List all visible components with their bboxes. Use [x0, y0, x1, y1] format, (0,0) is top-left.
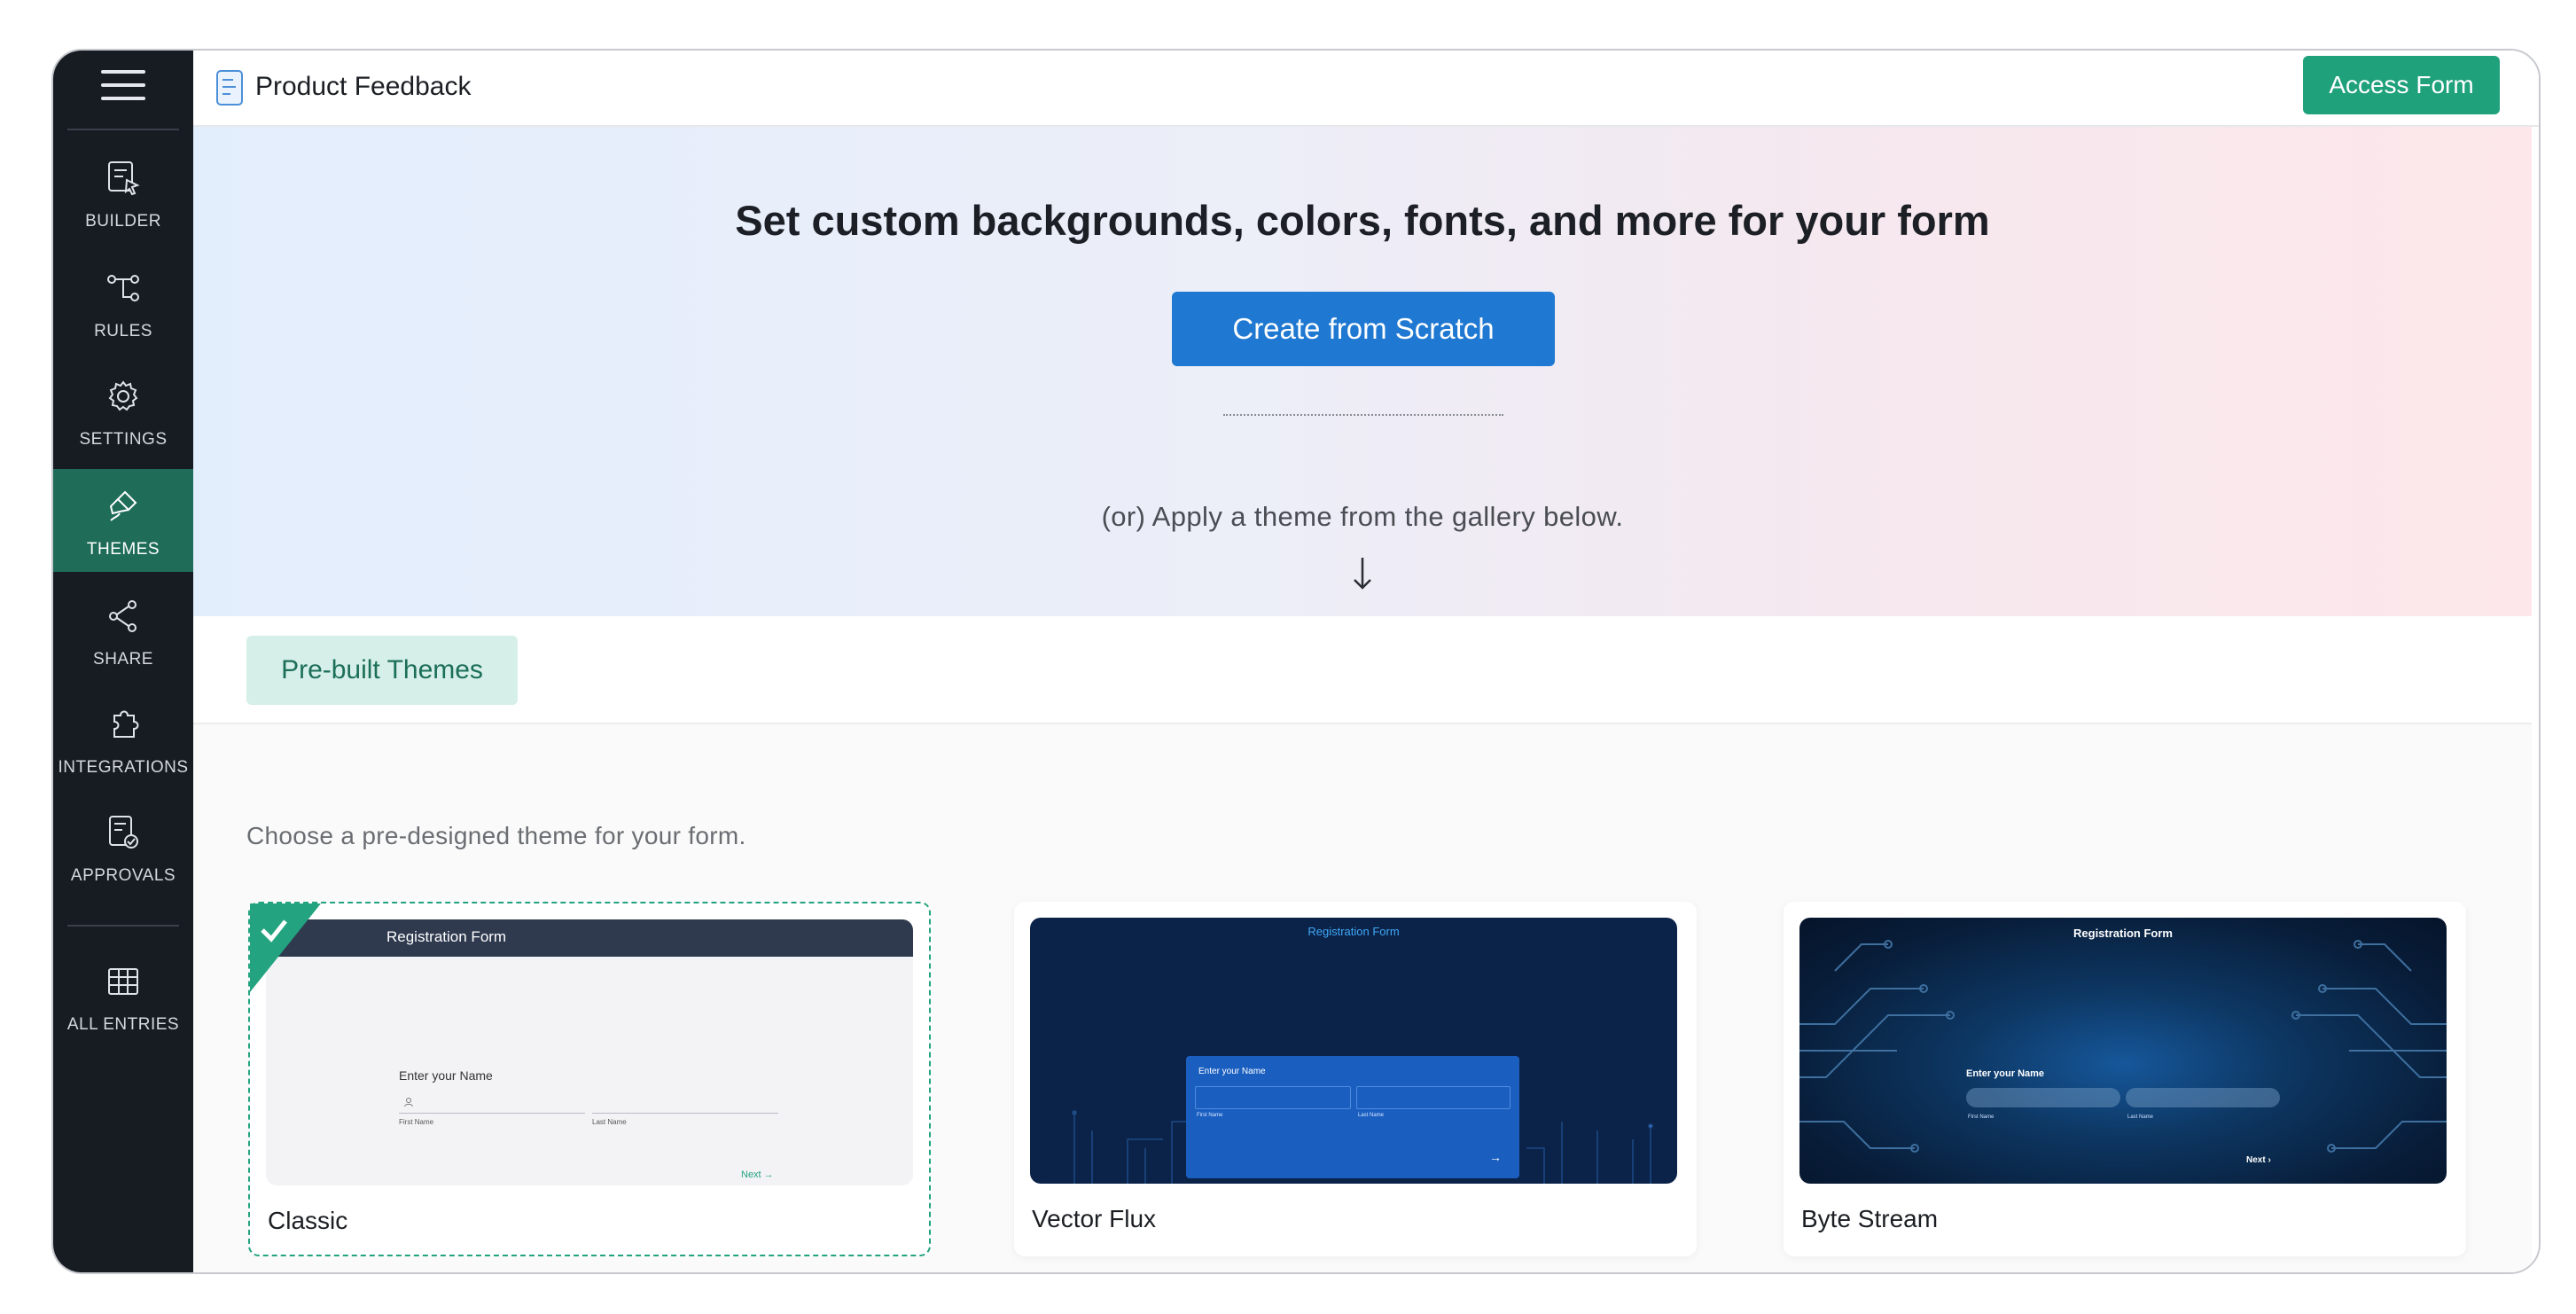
access-form-button[interactable]: Access Form: [2303, 56, 2500, 114]
preview-form-title: Registration Form: [1308, 925, 1400, 938]
gallery-description: Choose a pre-designed theme for your for…: [246, 822, 746, 849]
theme-gallery: Choose a pre-designed theme for your for…: [193, 724, 2532, 1272]
preview-question: Enter your Name: [399, 1068, 493, 1083]
theme-preview-vector-flux: Registration Form Enter your Name First …: [1030, 918, 1677, 1184]
preview-last-name: Last Name: [2127, 1115, 2154, 1120]
preview-first-name: First Name: [399, 1118, 434, 1126]
sidebar-item-label: APPROVALS: [70, 866, 176, 885]
theme-tab-strip: Pre-built Themes: [193, 616, 2532, 724]
sidebar: BUILDER RULES SETTINGS THEMES SHARE INTE…: [53, 51, 193, 1272]
page-title: Product Feedback: [255, 72, 472, 101]
create-from-scratch-button[interactable]: Create from Scratch: [1172, 292, 1555, 366]
theme-name: Vector Flux: [1032, 1205, 1157, 1232]
gear-icon: [108, 380, 138, 411]
preview-question: Enter your Name: [1198, 1067, 1266, 1076]
theme-preview-byte-stream: Registration Form Enter your Name First …: [1799, 918, 2447, 1184]
sidebar-item-themes[interactable]: THEMES: [53, 469, 193, 572]
theme-card-byte-stream[interactable]: Registration Form Enter your Name First …: [1784, 902, 2466, 1256]
rules-icon: [107, 275, 139, 301]
arrow-down-icon: [1354, 558, 1371, 590]
preview-question: Enter your Name: [1966, 1068, 2045, 1079]
sidebar-divider: [67, 925, 179, 927]
preview-form-title: Registration Form: [386, 928, 507, 945]
preview-last-name: Last Name: [1358, 1113, 1385, 1118]
hamburger-menu-icon[interactable]: [101, 70, 145, 109]
preview-first-name: First Name: [1968, 1115, 1994, 1120]
circuit-pattern: [1799, 940, 2447, 1153]
share-icon: [109, 600, 137, 632]
sidebar-item-label: THEMES: [86, 540, 160, 559]
app-window: BUILDER RULES SETTINGS THEMES SHARE INTE…: [51, 49, 2541, 1274]
sidebar-item-integrations[interactable]: INTEGRATIONS: [53, 687, 193, 790]
hero-subtitle: (or) Apply a theme from the gallery belo…: [1101, 501, 1624, 532]
puzzle-icon: [113, 710, 139, 738]
theme-preview-classic: Registration Form Enter your Name First …: [266, 919, 913, 1185]
tab-prebuilt-themes[interactable]: Pre-built Themes: [246, 636, 518, 705]
preview-next: Next ›: [2246, 1155, 2271, 1165]
dotted-divider: [1223, 414, 1503, 416]
table-grid-icon: [108, 968, 138, 995]
top-header: Product Feedback Access Form: [193, 51, 2539, 127]
paint-brush-icon: [109, 490, 137, 521]
theme-card-vector-flux[interactable]: Registration Form Enter your Name First …: [1014, 902, 1697, 1256]
arrow-right-icon: →: [1489, 1150, 1502, 1164]
approvals-icon: [109, 816, 138, 849]
sidebar-item-label: INTEGRATIONS: [58, 758, 189, 777]
preview-form-panel: Enter your Name First Name Last Name →: [1186, 1056, 1519, 1178]
builder-icon: [108, 161, 140, 196]
selected-check-icon: [250, 903, 321, 992]
sidebar-item-label: ALL ENTRIES: [66, 1015, 180, 1034]
sidebar-item-share[interactable]: SHARE: [53, 579, 193, 682]
theme-hero-banner: Set custom backgrounds, colors, fonts, a…: [193, 127, 2532, 616]
sidebar-item-label: RULES: [94, 322, 152, 340]
sidebar-item-all-entries[interactable]: ALL ENTRIES: [53, 944, 193, 1047]
sidebar-item-approvals[interactable]: APPROVALS: [53, 795, 193, 898]
sidebar-item-settings[interactable]: SETTINGS: [53, 359, 193, 462]
sidebar-item-builder[interactable]: BUILDER: [53, 141, 193, 244]
preview-next: Next →: [741, 1169, 774, 1180]
theme-card-classic[interactable]: Registration Form Enter your Name First …: [248, 902, 931, 1256]
form-document-icon: [216, 70, 243, 106]
sidebar-item-label: BUILDER: [85, 212, 161, 231]
hero-title: Set custom backgrounds, colors, fonts, a…: [735, 197, 1990, 244]
sidebar-divider: [67, 129, 179, 130]
sidebar-item-label: SHARE: [93, 650, 153, 669]
preview-last-name: Last Name: [592, 1118, 627, 1126]
preview-form-title: Registration Form: [2073, 927, 2173, 940]
theme-name: Classic: [268, 1207, 348, 1234]
sidebar-item-label: SETTINGS: [79, 430, 168, 449]
theme-name: Byte Stream: [1801, 1205, 1939, 1232]
preview-first-name: First Name: [1197, 1113, 1223, 1118]
sidebar-item-rules[interactable]: RULES: [53, 251, 193, 354]
user-icon: [404, 1098, 413, 1107]
